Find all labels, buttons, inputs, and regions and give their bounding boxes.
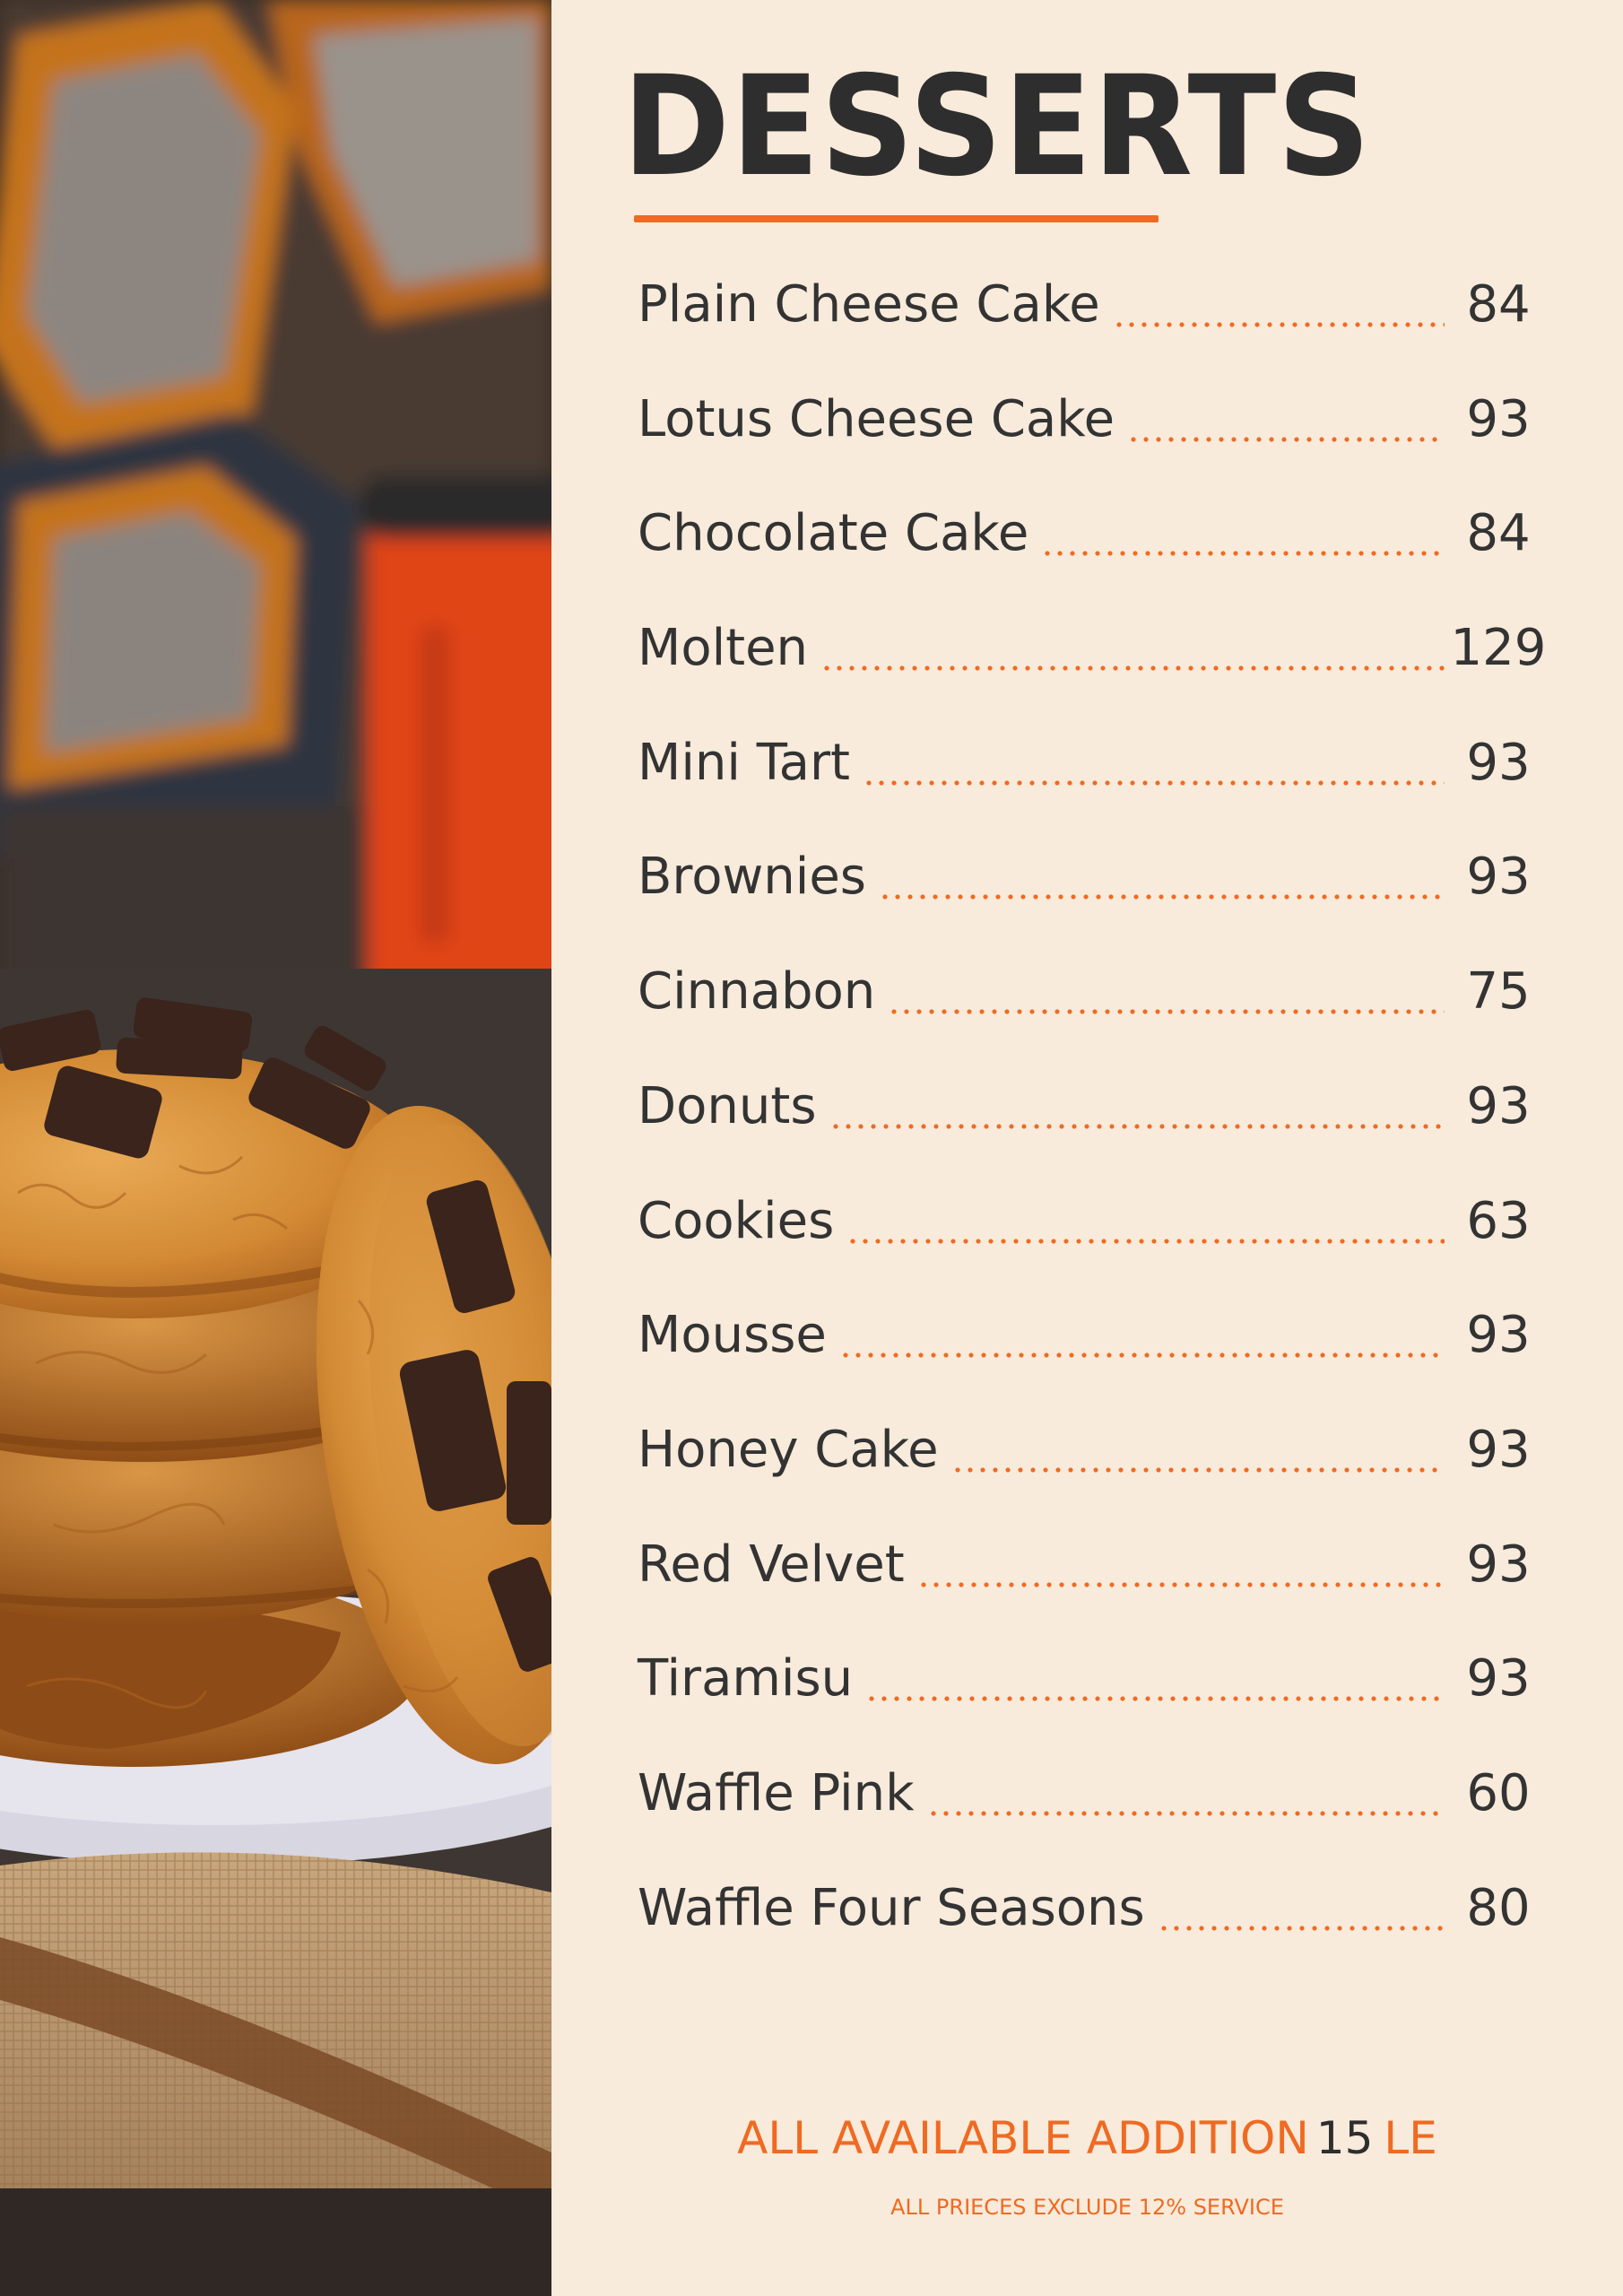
menu-title: DESSERTS — [622, 47, 1372, 207]
menu-item-price: 93 — [1466, 1535, 1531, 1594]
dot-leader — [950, 1466, 1445, 1473]
menu-item-name: Cinnabon — [638, 962, 876, 1022]
dot-leader — [1112, 322, 1445, 327]
menu-item-name: Honey Cake — [638, 1420, 939, 1479]
dot-leader — [1127, 436, 1445, 442]
menu-item: Plain Cheese Cake 84 — [638, 274, 1552, 388]
menu-item-price: 93 — [1466, 1420, 1531, 1479]
dot-leader — [888, 1009, 1445, 1015]
addition-line: ALL AVAILABLE ADDITION 15 LE — [551, 2109, 1623, 2167]
menu-item-name: Mousse — [638, 1306, 827, 1365]
menu-item: Waffle Four Seasons 80 — [638, 1877, 1552, 1992]
menu-item-name: Tiramisu — [638, 1649, 854, 1709]
menu-item-price: 93 — [1466, 1076, 1531, 1135]
dot-leader — [1041, 551, 1445, 557]
addition-label: ALL AVAILABLE ADDITION — [737, 2112, 1309, 2164]
menu-item: Lotus Cheese Cake 93 — [638, 388, 1552, 503]
menu-panel: DESSERTS Plain Cheese Cake 84 Lotus Cheese… — [551, 0, 1623, 2296]
menu-item-price: 63 — [1466, 1191, 1531, 1250]
addition-currency: LE — [1384, 2112, 1437, 2164]
addition-amount: 15 — [1315, 2112, 1374, 2164]
dot-leader — [1157, 1925, 1445, 1931]
menu-item-price: 93 — [1466, 1306, 1531, 1365]
menu-item: Donuts 93 — [638, 1075, 1552, 1190]
menu-item-name: Molten — [638, 619, 809, 678]
menu-item: Chocolate Cake 84 — [638, 502, 1552, 617]
menu-item-price: 84 — [1466, 504, 1531, 563]
dot-leader — [926, 1810, 1445, 1816]
menu-item-list: Plain Cheese Cake 84 Lotus Cheese Cake 93 Ch… — [638, 274, 1552, 1991]
dot-leader — [865, 1696, 1445, 1702]
menu-item-name: Chocolate Cake — [638, 504, 1029, 563]
menu-item: Waffle Pink 60 — [638, 1762, 1552, 1877]
menu-item-price: 129 — [1450, 619, 1547, 678]
menu-item: Cinnabon 75 — [638, 961, 1552, 1075]
menu-item-name: Plain Cheese Cake — [638, 275, 1100, 334]
menu-item-price: 93 — [1466, 389, 1531, 448]
dot-leader — [862, 779, 1445, 786]
menu-item-price: 60 — [1466, 1763, 1531, 1822]
dot-leader — [829, 1123, 1445, 1129]
menu-item-price: 93 — [1466, 848, 1531, 907]
dessert-photo — [0, 0, 551, 2296]
menu-item: Mini Tart 93 — [638, 732, 1552, 847]
dot-leader — [838, 1352, 1445, 1359]
menu-item-price: 80 — [1466, 1878, 1531, 1937]
menu-item-price: 75 — [1466, 962, 1531, 1022]
menu-item: Tiramisu 93 — [638, 1648, 1552, 1762]
menu-item-name: Lotus Cheese Cake — [638, 389, 1115, 448]
dot-leader — [820, 665, 1445, 672]
dot-leader — [916, 1581, 1445, 1587]
menu-item-name: Red Velvet — [638, 1535, 905, 1594]
menu-item: Molten 129 — [638, 617, 1552, 732]
service-note: ALL PRIECES EXCLUDE 12% SERVICE — [890, 2195, 1284, 2220]
menu-item-name: Waffle Four Seasons — [638, 1878, 1145, 1937]
menu-item-price: 93 — [1466, 733, 1531, 792]
dot-leader — [846, 1238, 1445, 1244]
menu-item-name: Donuts — [638, 1076, 817, 1135]
menu-item: Honey Cake 93 — [638, 1419, 1552, 1534]
menu-item-name: Mini Tart — [638, 733, 850, 792]
title-underline — [634, 215, 1159, 222]
dot-leader — [878, 894, 1445, 900]
menu-item-price: 93 — [1466, 1649, 1531, 1709]
menu-item: Cookies 63 — [638, 1190, 1552, 1305]
menu-item: Brownies 93 — [638, 846, 1552, 961]
menu-item: Red Velvet 93 — [638, 1534, 1552, 1648]
menu-item: Mousse 93 — [638, 1304, 1552, 1419]
menu-item-name: Waffle Pink — [638, 1763, 915, 1822]
menu-item-name: Brownies — [638, 848, 866, 907]
menu-item-name: Cookies — [638, 1191, 835, 1250]
menu-item-price: 84 — [1466, 275, 1531, 334]
